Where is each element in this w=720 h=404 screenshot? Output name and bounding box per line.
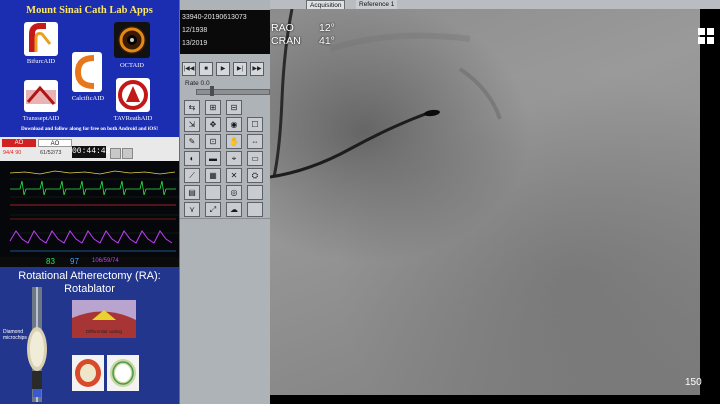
tool-button[interactable]: ⟋ bbox=[184, 168, 200, 183]
vessel-section-image-2 bbox=[107, 355, 139, 391]
tool-button[interactable] bbox=[247, 185, 263, 200]
calcificaid-label: CalcificAID bbox=[71, 95, 105, 102]
calcification-app-icon[interactable] bbox=[72, 52, 102, 92]
frame-number: 150 bbox=[685, 377, 702, 388]
tool-button[interactable]: ◎ bbox=[226, 185, 242, 200]
tool-button[interactable] bbox=[247, 202, 263, 217]
rao-angle: 12° bbox=[319, 22, 335, 34]
playback-controls: |◀◀ ■ ▶ ▶| ▶▶ bbox=[182, 62, 268, 78]
tool-button[interactable]: ☁ bbox=[226, 202, 242, 217]
cath-lab-apps-panel: Mount Sinai Cath Lab Apps BifurcAID OCTA… bbox=[0, 0, 179, 137]
study-id: 33940-20190613073 bbox=[182, 14, 247, 21]
hemodynamic-monitor: AO AO 94/4 90 61/52/73 00:44:42 83 97 10… bbox=[0, 137, 179, 267]
diamond-microchips-label: Diamond microchips bbox=[3, 329, 27, 341]
monitor-tab-ao-right[interactable]: AO bbox=[38, 139, 72, 147]
tool-button[interactable]: ⊟ bbox=[226, 100, 242, 115]
tool-button[interactable]: ◐ bbox=[184, 151, 200, 166]
spo2-value: 97 bbox=[70, 257, 79, 266]
vessel-section-image-1 bbox=[72, 355, 104, 391]
monitor-tab-ao-left[interactable]: AO bbox=[2, 139, 36, 147]
tool-button[interactable]: ▦ bbox=[205, 168, 221, 183]
study-date: 13/2019 bbox=[182, 40, 208, 47]
stop-button[interactable]: ■ bbox=[199, 62, 213, 76]
tool-button[interactable]: ✋ bbox=[226, 134, 242, 149]
tool-button[interactable]: ⤢ bbox=[205, 202, 221, 217]
tool-button[interactable]: ✥ bbox=[205, 117, 221, 132]
skip-start-button[interactable]: |◀◀ bbox=[182, 62, 196, 76]
layout-grid-icon[interactable] bbox=[696, 26, 716, 46]
monitor-footer: 83 97 106/59/74 bbox=[0, 257, 179, 267]
monitor-waveforms bbox=[0, 161, 179, 257]
rao-label: RAO bbox=[271, 22, 294, 34]
tavreathaid-label: TAVReathAID bbox=[113, 115, 153, 122]
tool-button[interactable]: ✕ bbox=[226, 168, 242, 183]
heart-rate-value: 83 bbox=[46, 257, 55, 266]
tool-button[interactable]: ⋎ bbox=[184, 202, 200, 217]
octaid-label: OCTAID bbox=[119, 62, 145, 69]
differential-cutting-label: Differential cutting bbox=[86, 329, 122, 334]
monitor-settings-icon[interactable] bbox=[110, 148, 121, 159]
tool-button[interactable]: ⌖ bbox=[226, 151, 242, 166]
monitor-header: AO AO 94/4 90 61/52/73 00:44:42 bbox=[0, 137, 179, 161]
tool-button[interactable]: ▭ bbox=[247, 151, 263, 166]
tool-grid: ⇆ ⊞ ⊟ ⇲ ✥ ◉ ☐ ✎ ⊡ ✋ ⇔ ◐ ▬ ⌖ ▭ ⟋ ▦ ✕ ⛭ ▤ ◎ ⋎ ⤢ ☁ bbox=[180, 100, 271, 220]
angiogram-viewer: Acquisition Reference 1 RAO 12° CRAN 41°… bbox=[270, 0, 720, 404]
tool-button[interactable]: ⊞ bbox=[205, 100, 221, 115]
tool-button[interactable]: ▬ bbox=[205, 151, 221, 166]
tool-button[interactable] bbox=[205, 185, 221, 200]
tool-button[interactable]: ⛭ bbox=[247, 168, 263, 183]
rotablator-burr-image bbox=[27, 287, 47, 402]
cran-angle: 41° bbox=[319, 35, 335, 47]
play-button[interactable]: ▶ bbox=[216, 62, 230, 76]
rate-slider[interactable] bbox=[196, 89, 270, 95]
step-forward-button[interactable]: ▶| bbox=[233, 62, 247, 76]
promo-title: Mount Sinai Cath Lab Apps bbox=[26, 5, 153, 16]
fast-forward-button[interactable]: ▶▶ bbox=[250, 62, 264, 76]
monitor-timer: 00:44:42 bbox=[72, 146, 111, 158]
tool-button[interactable]: ☐ bbox=[247, 117, 263, 132]
tool-button[interactable]: ⇔ bbox=[247, 134, 263, 149]
tool-button[interactable]: ⇲ bbox=[184, 117, 200, 132]
rate-slider-handle[interactable] bbox=[210, 86, 214, 96]
patient-info-box: 33940-20190613073 12/1938 13/2019 bbox=[180, 10, 271, 54]
monitor-record-icon[interactable] bbox=[122, 148, 133, 159]
transseptal-app-icon[interactable] bbox=[24, 80, 58, 112]
cran-label: CRAN bbox=[271, 35, 301, 47]
monitor-left-value: 94/4 90 bbox=[3, 150, 22, 156]
panel-divider bbox=[180, 218, 271, 219]
oct-app-icon[interactable] bbox=[114, 22, 150, 58]
tool-button[interactable]: ⇆ bbox=[184, 100, 200, 115]
bifurcaid-label: BifurcAID bbox=[26, 58, 56, 65]
tool-button[interactable]: ⊡ bbox=[205, 134, 221, 149]
monitor-right-value: 61/52/73 bbox=[40, 150, 62, 156]
tab-reference-1[interactable]: Reference 1 bbox=[356, 0, 398, 9]
rate-label: Rate 0.0 bbox=[185, 80, 210, 87]
patient-dob: 12/1938 bbox=[182, 27, 208, 34]
bp-value: 106/59/74 bbox=[92, 258, 119, 264]
transseptaid-label: TransseptAID bbox=[22, 115, 60, 122]
tool-button[interactable]: ✎ bbox=[184, 134, 200, 149]
angiogram-image[interactable] bbox=[270, 9, 700, 395]
viewer-tab-strip: Acquisition Reference 1 bbox=[270, 0, 720, 10]
catheter-image bbox=[270, 9, 502, 179]
tavr-app-icon[interactable] bbox=[116, 78, 150, 112]
rotablator-slide: Rotational Atherectomy (RA): Rotablator … bbox=[0, 267, 179, 404]
promo-download-text: Download and follow along for free on bo… bbox=[21, 126, 158, 132]
bifurcation-app-icon[interactable] bbox=[24, 22, 58, 56]
tool-button[interactable]: ▤ bbox=[184, 185, 200, 200]
viewer-control-panel: 33940-20190613073 12/1938 13/2019 |◀◀ ■ … bbox=[179, 0, 271, 404]
tool-button[interactable]: ◉ bbox=[226, 117, 242, 132]
